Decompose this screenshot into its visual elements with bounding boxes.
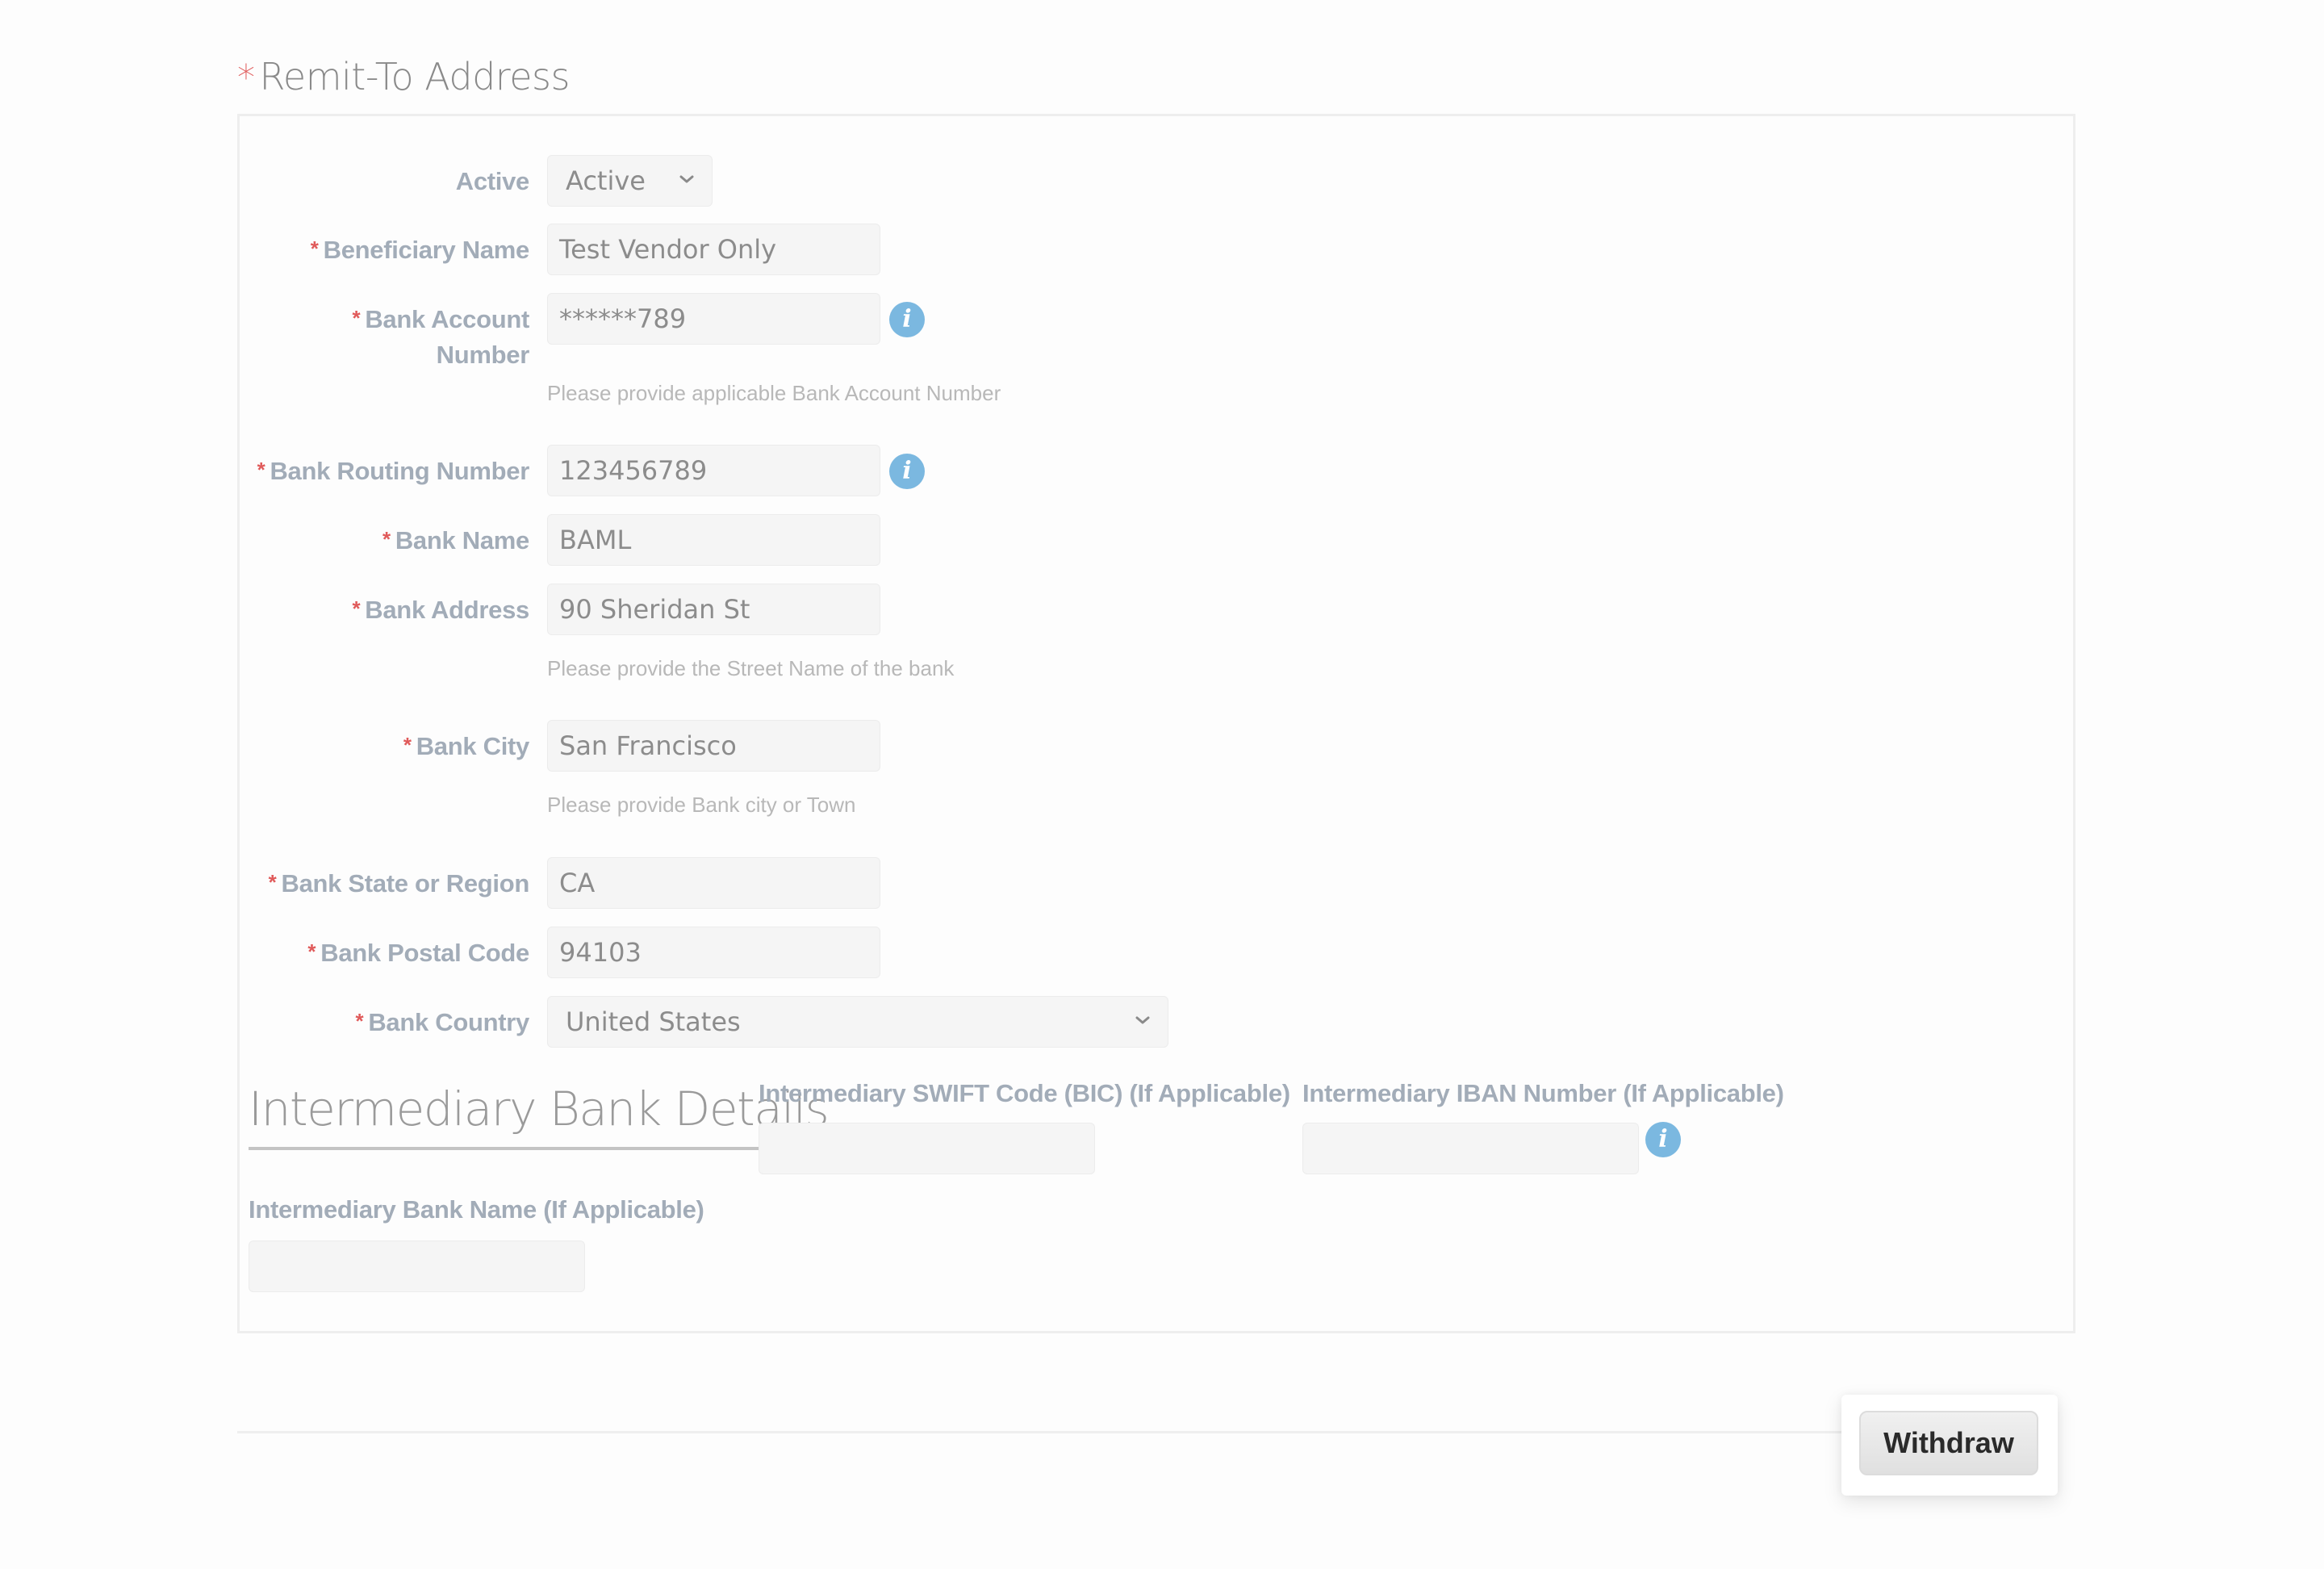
intermediary-iban-input[interactable]: [1302, 1123, 1639, 1174]
required-marker: *: [310, 236, 319, 261]
bank-address-value: 90 Sheridan St: [559, 594, 750, 625]
bank-state-label-text: Bank State or Region: [281, 869, 530, 897]
bank-state-input[interactable]: CA: [547, 857, 880, 909]
bank-postal-code-value: 94103: [559, 937, 642, 968]
bank-routing-number-value: 123456789: [559, 455, 708, 486]
bank-city-label-text: Bank City: [416, 732, 530, 760]
required-marker: *: [237, 57, 255, 98]
bank-account-number-hint: Please provide applicable Bank Account N…: [547, 381, 1001, 405]
bank-name-label-text: Bank Name: [395, 526, 529, 554]
bank-country-select[interactable]: United States: [547, 996, 1168, 1048]
remit-to-panel: [237, 114, 2075, 1333]
active-label-text: Active: [455, 167, 530, 195]
beneficiary-name-label: * Beneficiary Name: [310, 232, 530, 269]
bank-country-value: United States: [566, 1006, 741, 1037]
action-bar: Withdraw: [1841, 1395, 2058, 1496]
bank-address-label: * Bank Address: [352, 592, 529, 629]
bank-country-label-text: Bank Country: [368, 1008, 529, 1036]
bank-name-value: BAML: [559, 525, 632, 555]
intermediary-swift-label: Intermediary SWIFT Code (BIC) (If Applic…: [759, 1079, 1290, 1107]
bank-city-hint: Please provide Bank city or Town: [547, 793, 856, 817]
chevron-down-icon: [679, 175, 694, 183]
bank-postal-code-label-text: Bank Postal Code: [320, 939, 529, 967]
bank-state-label: * Bank State or Region: [268, 866, 530, 902]
footer-divider: [237, 1431, 1843, 1433]
bank-country-label: * Bank Country: [355, 1005, 530, 1041]
intermediary-bank-name-label: Intermediary Bank Name (If Applicable): [249, 1195, 704, 1224]
active-select-value: Active: [566, 165, 646, 196]
info-icon[interactable]: i: [889, 302, 925, 337]
bank-address-label-text: Bank Address: [365, 596, 529, 624]
section-title-text: Remit-To Address: [259, 55, 571, 98]
info-icon[interactable]: i: [889, 454, 925, 489]
intermediary-swift-input[interactable]: [759, 1123, 1095, 1174]
bank-routing-number-label-text: Bank Routing Number: [270, 457, 529, 485]
bank-account-number-input[interactable]: ******789: [547, 293, 880, 345]
bank-account-number-label: * Bank Account: [353, 302, 530, 338]
bank-account-number-label-line2-text: Number: [436, 341, 530, 369]
beneficiary-name-label-text: Beneficiary Name: [323, 236, 530, 264]
section-title: * Remit-To Address: [237, 55, 570, 98]
bank-address-hint: Please provide the Street Name of the ba…: [547, 656, 955, 680]
required-marker: *: [352, 596, 361, 621]
required-marker: *: [268, 870, 277, 894]
bank-postal-code-input[interactable]: 94103: [547, 927, 880, 978]
intermediary-bank-name-input[interactable]: [249, 1241, 585, 1292]
intermediary-iban-label: Intermediary IBAN Number (If Applicable): [1302, 1079, 1784, 1107]
chevron-down-icon: [1135, 1016, 1150, 1024]
bank-name-input[interactable]: BAML: [547, 514, 880, 566]
withdraw-button[interactable]: Withdraw: [1859, 1411, 2038, 1475]
active-label: Active: [455, 164, 530, 199]
bank-address-input[interactable]: 90 Sheridan St: [547, 584, 880, 635]
required-marker: *: [355, 1009, 364, 1033]
intermediary-heading-underline: [249, 1147, 759, 1150]
bank-postal-code-label: * Bank Postal Code: [307, 935, 529, 972]
required-marker: *: [382, 527, 391, 551]
intermediary-heading: Intermediary Bank Details: [249, 1082, 830, 1136]
bank-city-input[interactable]: San Francisco: [547, 720, 880, 772]
beneficiary-name-value: Test Vendor Only: [559, 234, 777, 265]
active-select[interactable]: Active: [547, 155, 713, 207]
info-icon[interactable]: i: [1645, 1122, 1681, 1157]
bank-account-number-label-line1: Bank Account: [365, 305, 529, 333]
bank-state-value: CA: [559, 868, 596, 898]
required-marker: *: [352, 306, 361, 330]
bank-name-label: * Bank Name: [382, 523, 529, 559]
required-marker: *: [403, 733, 412, 757]
bank-city-label: * Bank City: [403, 729, 529, 765]
bank-account-number-value: ******789: [559, 303, 687, 334]
bank-routing-number-input[interactable]: 123456789: [547, 445, 880, 496]
bank-city-value: San Francisco: [559, 730, 737, 761]
beneficiary-name-input[interactable]: Test Vendor Only: [547, 224, 880, 275]
required-marker: *: [257, 458, 265, 482]
bank-routing-number-label: * Bank Routing Number: [257, 454, 530, 490]
bank-account-number-label-line2: Number: [436, 337, 530, 373]
required-marker: *: [307, 939, 316, 964]
